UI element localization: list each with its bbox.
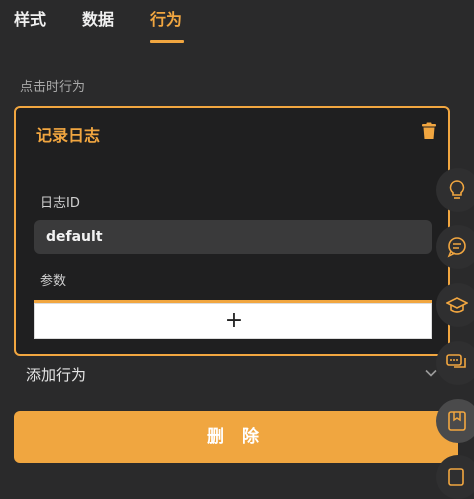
side-lightbulb-button[interactable] bbox=[436, 168, 474, 212]
graduation-cap-icon bbox=[446, 297, 468, 313]
side-learn-button[interactable] bbox=[436, 283, 474, 327]
add-param-button[interactable]: + bbox=[34, 303, 432, 339]
behavior-title: 记录日志 bbox=[36, 126, 101, 145]
side-bookmark-button[interactable] bbox=[436, 399, 474, 443]
side-chat-button[interactable] bbox=[436, 225, 474, 269]
params-label: 参数 bbox=[40, 274, 67, 289]
active-tab-indicator bbox=[150, 40, 184, 43]
bookmark-book-icon bbox=[448, 411, 466, 431]
add-behavior-label[interactable]: 添加行为 bbox=[26, 364, 86, 385]
tab-data[interactable]: 数据 bbox=[82, 6, 114, 30]
delete-button-label: 删 除 bbox=[207, 427, 265, 447]
chat-bubble-icon bbox=[447, 237, 466, 258]
side-comments-button[interactable] bbox=[436, 341, 474, 385]
edit-note-icon bbox=[448, 468, 464, 486]
trash-icon[interactable] bbox=[420, 122, 438, 140]
log-id-input[interactable]: default bbox=[34, 220, 432, 254]
side-edit-button[interactable] bbox=[436, 455, 474, 499]
comments-icon bbox=[446, 354, 466, 368]
plus-icon: + bbox=[224, 308, 244, 333]
behavior-card: 记录日志 日志ID default 参数 + bbox=[14, 106, 450, 356]
section-label: 点击时行为 bbox=[20, 80, 86, 95]
log-id-label: 日志ID bbox=[40, 196, 80, 211]
tab-behavior[interactable]: 行为 bbox=[150, 6, 182, 30]
lightbulb-icon bbox=[449, 180, 465, 199]
delete-button[interactable]: 删 除 bbox=[14, 411, 458, 463]
tab-style[interactable]: 样式 bbox=[14, 6, 46, 30]
tab-bar: 样式 数据 行为 bbox=[0, 0, 474, 44]
